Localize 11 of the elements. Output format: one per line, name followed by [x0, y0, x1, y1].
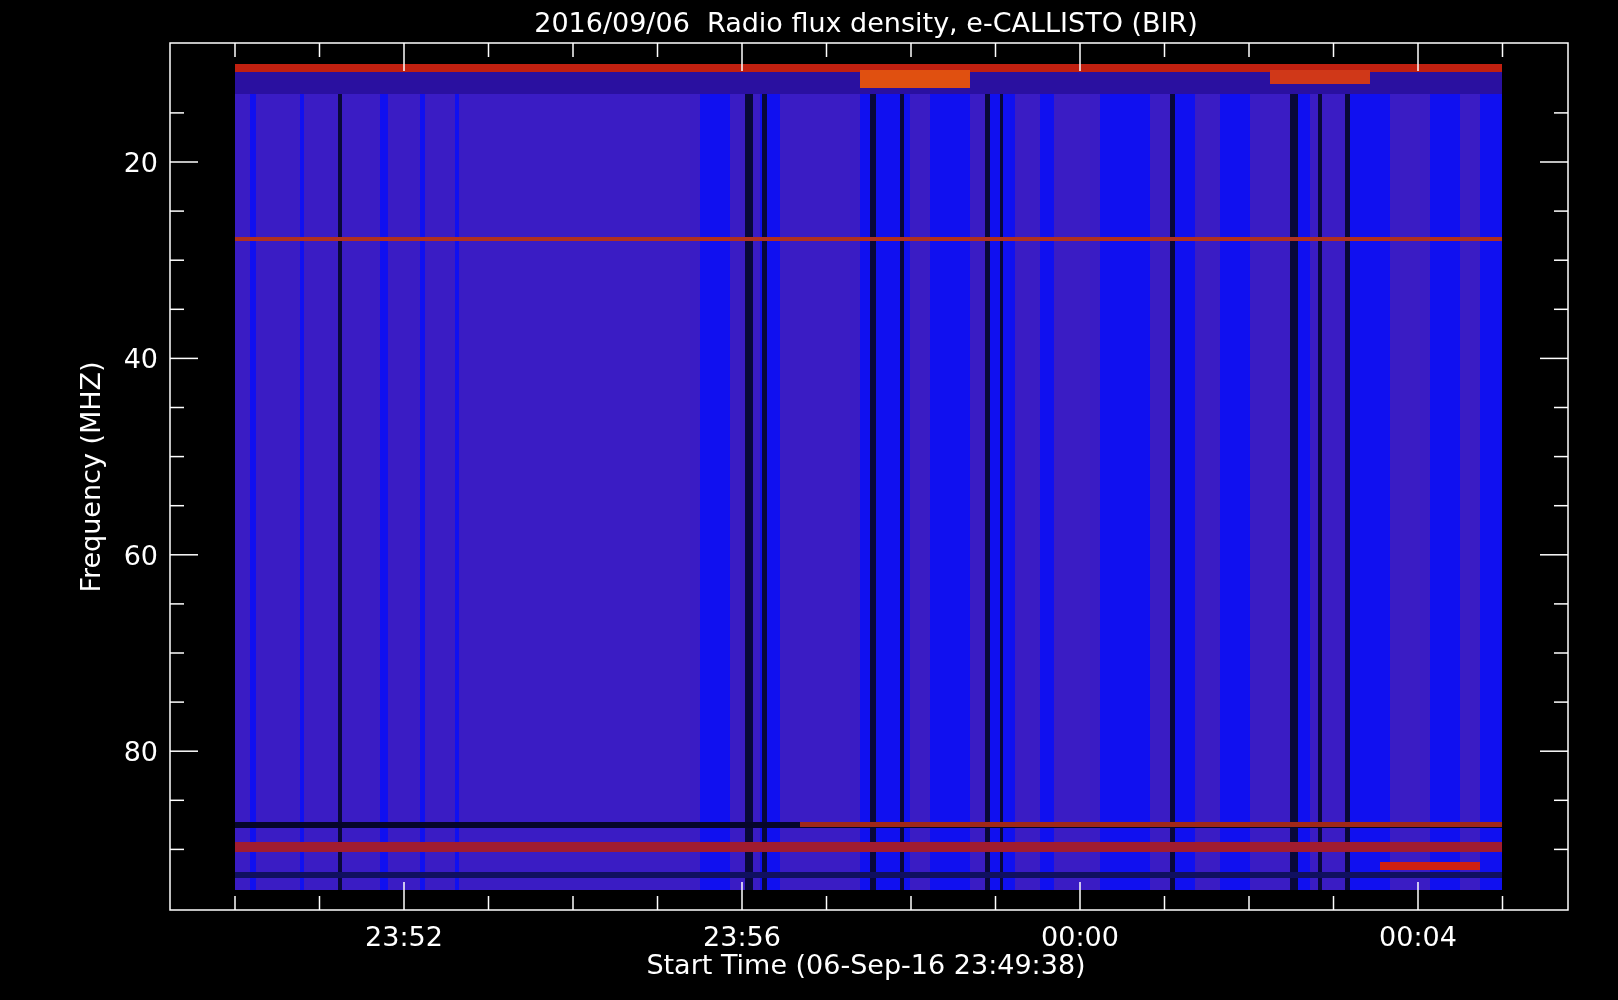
tick-label: 80: [123, 736, 158, 768]
tick-label: 20: [123, 147, 158, 178]
tick-label: 23:56: [703, 921, 781, 952]
tick-label: 00:00: [1041, 921, 1119, 952]
axis-label: Frequency (MHZ): [75, 361, 106, 593]
tick-label: 00:04: [1379, 921, 1457, 952]
chart-title: 2016/09/06 Radio flux density, e-CALLISTO (BIR): [534, 7, 1198, 38]
axis-label: Start Time (06-Sep-16 23:49:38): [646, 949, 1086, 980]
tick-label: 40: [123, 343, 158, 375]
tick-label: 23:52: [365, 921, 443, 952]
tick-label: 60: [123, 539, 158, 571]
